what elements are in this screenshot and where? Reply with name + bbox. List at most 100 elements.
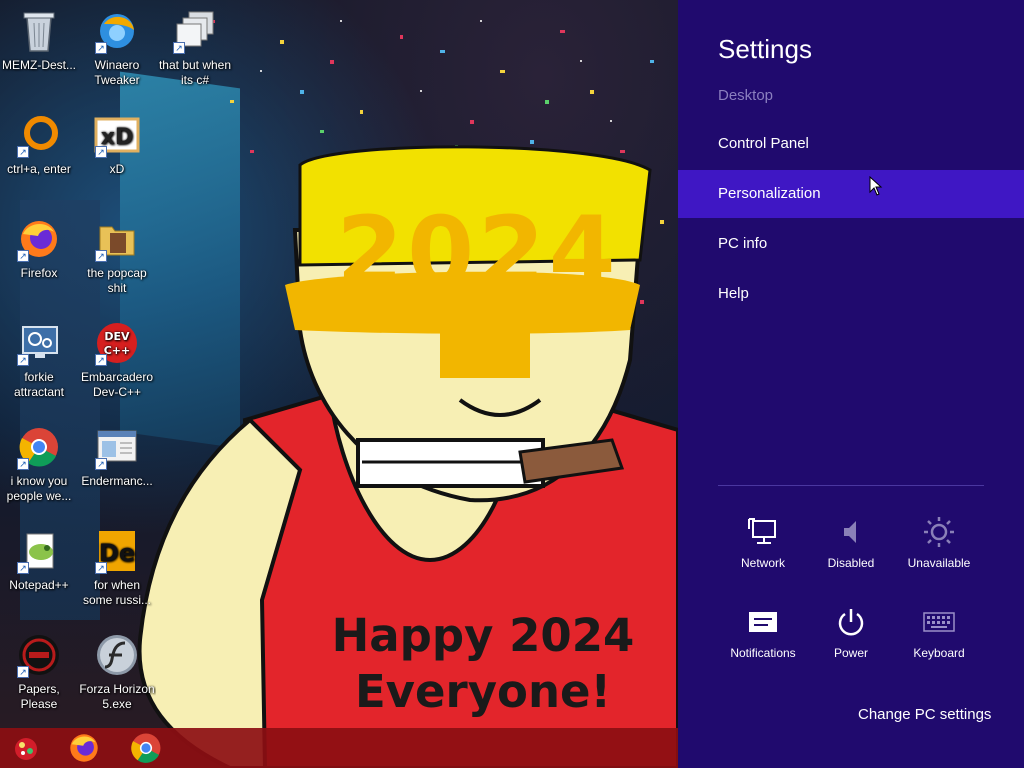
- shortcut-arrow-icon: ↗: [17, 250, 29, 262]
- shortcut-arrow-icon: ↗: [95, 458, 107, 470]
- shortcut-arrow-icon: ↗: [95, 42, 107, 54]
- power-icon: [831, 604, 871, 640]
- app-window-icon: ↗: [93, 424, 141, 470]
- orange-ring-icon: ↗: [15, 112, 63, 158]
- desktop-icon-popcap[interactable]: ↗ the popcap shit: [78, 216, 156, 296]
- dev-cpp-icon: DEV C++ ↗: [93, 320, 141, 366]
- tile-network[interactable]: Network: [719, 514, 807, 584]
- settings-title: Settings: [718, 34, 812, 64]
- desktop-icon-de[interactable]: De ↗ for when some russi...: [78, 528, 156, 608]
- desktop-icon-ctrl-a-enter[interactable]: ↗ ctrl+a, enter: [0, 112, 78, 177]
- settings-charm-panel: Settings Desktop Control Panel Personali…: [678, 0, 1024, 768]
- shortcut-arrow-icon: ↗: [17, 146, 29, 158]
- shortcut-arrow-icon: ↗: [95, 354, 107, 366]
- firefox-icon: ↗: [15, 216, 63, 262]
- tile-notifications[interactable]: Notifications: [719, 604, 807, 674]
- desktop-icon-label: xD: [109, 162, 125, 176]
- desktop-icon-chrome[interactable]: ↗ i know you people we...: [0, 424, 78, 504]
- desktop-icon-firefox[interactable]: ↗ Firefox: [0, 216, 78, 281]
- notepad-plus-plus-icon: ↗: [15, 528, 63, 574]
- wallpaper-greeting: Happy 2024 Everyone!: [318, 608, 648, 720]
- taskbar-firefox[interactable]: [64, 732, 104, 764]
- settings-item-help[interactable]: Help: [678, 270, 1024, 318]
- settings-item-pc-info[interactable]: PC info: [678, 220, 1024, 268]
- tile-label: Power: [833, 646, 868, 660]
- desktop-icon-label: Firefox: [20, 266, 58, 280]
- tile-power[interactable]: Power: [807, 604, 895, 674]
- shortcut-arrow-icon: ↗: [17, 666, 29, 678]
- desktop-icon-dev-cpp[interactable]: DEV C++ ↗ Embarcadero Dev-C++: [78, 320, 156, 400]
- desktop-icon-forkie-attractant[interactable]: ↗ forkie attractant: [0, 320, 78, 400]
- shortcut-arrow-icon: ↗: [17, 562, 29, 574]
- desktop-icon-label: Notepad++: [9, 578, 69, 592]
- shortcut-arrow-icon: ↗: [95, 562, 107, 574]
- tile-brightness[interactable]: Unavailable: [895, 514, 983, 584]
- desktop-icon-that-but-when[interactable]: ↗ that but when its c#: [156, 8, 234, 88]
- desktop-icon-label: that but when its c#: [158, 58, 232, 87]
- taskbar: [0, 728, 678, 768]
- start-button[interactable]: [6, 732, 46, 764]
- recycle-bin-icon: [15, 8, 63, 54]
- flash-icon: [93, 632, 141, 678]
- network-icon: [743, 514, 783, 550]
- change-pc-settings-link[interactable]: Change PC settings: [858, 706, 991, 723]
- brightness-icon: [919, 514, 959, 550]
- settings-item-control-panel[interactable]: Control Panel: [678, 120, 1024, 168]
- desktop-icon-label: Endermanc...: [81, 474, 153, 488]
- speaker-icon: [831, 514, 871, 550]
- wallpaper-greeting-line2: Everyone!: [354, 665, 612, 718]
- desktop-icon-memz[interactable]: MEMZ-Dest...: [0, 8, 78, 73]
- de-icon: De ↗: [93, 528, 141, 574]
- chrome-icon: ↗: [15, 424, 63, 470]
- settings-context-label: Desktop: [718, 87, 774, 104]
- winaero-tweaker-icon: ↗: [93, 8, 141, 54]
- stacked-windows-icon: ↗: [171, 8, 219, 54]
- tile-label: Network: [740, 556, 785, 570]
- desktop-icon-notepad-plus-plus[interactable]: ↗ Notepad++: [0, 528, 78, 593]
- desktop-icon-xd[interactable]: xD ↗ xD: [78, 112, 156, 177]
- desktop-icon-label: ctrl+a, enter: [7, 162, 71, 176]
- desktop-icon-label: Embarcadero Dev-C++: [80, 370, 154, 399]
- tile-label: Unavailable: [907, 556, 971, 570]
- notifications-icon: [743, 604, 783, 640]
- settings-item-personalization[interactable]: Personalization: [678, 170, 1024, 218]
- desktop-icon-label: forkie attractant: [13, 370, 65, 399]
- xd-icon: xD ↗: [93, 112, 141, 158]
- shortcut-arrow-icon: ↗: [95, 146, 107, 158]
- settings-monitor-icon: ↗: [15, 320, 63, 366]
- desktop-icon-endermanch[interactable]: ↗ Endermanc...: [78, 424, 156, 489]
- desktop: 2024 Happy 2024 Everyone! MEMZ-Dest... ↗…: [0, 0, 678, 768]
- wallpaper-greeting-line1: Happy 2024: [331, 609, 635, 662]
- shortcut-arrow-icon: ↗: [95, 250, 107, 262]
- desktop-icon-label: Winaero Tweaker: [94, 58, 140, 87]
- tile-keyboard[interactable]: Keyboard: [895, 604, 983, 674]
- svg-text:C++: C++: [104, 344, 131, 357]
- desktop-icon-winaero-tweaker[interactable]: ↗ Winaero Tweaker: [78, 8, 156, 88]
- desktop-icon-label: the popcap shit: [87, 266, 147, 295]
- keyboard-icon: [919, 604, 959, 640]
- tile-label: Notifications: [730, 646, 796, 660]
- tile-volume[interactable]: Disabled: [807, 514, 895, 584]
- wallpaper-year-text: 2024: [336, 196, 620, 308]
- shortcut-arrow-icon: ↗: [17, 458, 29, 470]
- folder-icon: ↗: [93, 216, 141, 262]
- svg-text:DEV: DEV: [104, 330, 130, 343]
- desktop-icon-papers-please[interactable]: ↗ Papers, Please: [0, 632, 78, 712]
- mouse-cursor-icon: [869, 176, 883, 196]
- firefox-icon: [70, 734, 98, 762]
- taskbar-chrome[interactable]: [126, 732, 166, 764]
- desktop-icon-label: for when some russi...: [82, 578, 151, 607]
- settings-divider: [718, 485, 984, 486]
- tile-label: Keyboard: [913, 646, 965, 660]
- desktop-icon-label: MEMZ-Dest...: [2, 58, 76, 72]
- desktop-icon-forza-horizon[interactable]: Forza Horizon 5.exe: [78, 632, 156, 712]
- start-ornament-icon: [15, 738, 37, 760]
- desktop-icon-label: Forza Horizon 5.exe: [79, 682, 155, 711]
- chrome-icon: [131, 733, 161, 763]
- tile-label: Disabled: [827, 556, 875, 570]
- desktop-icon-label: Papers, Please: [18, 682, 60, 711]
- shortcut-arrow-icon: ↗: [17, 354, 29, 366]
- desktop-icon-label: i know you people we...: [6, 474, 72, 503]
- papers-please-icon: ↗: [15, 632, 63, 678]
- shortcut-arrow-icon: ↗: [173, 42, 185, 54]
